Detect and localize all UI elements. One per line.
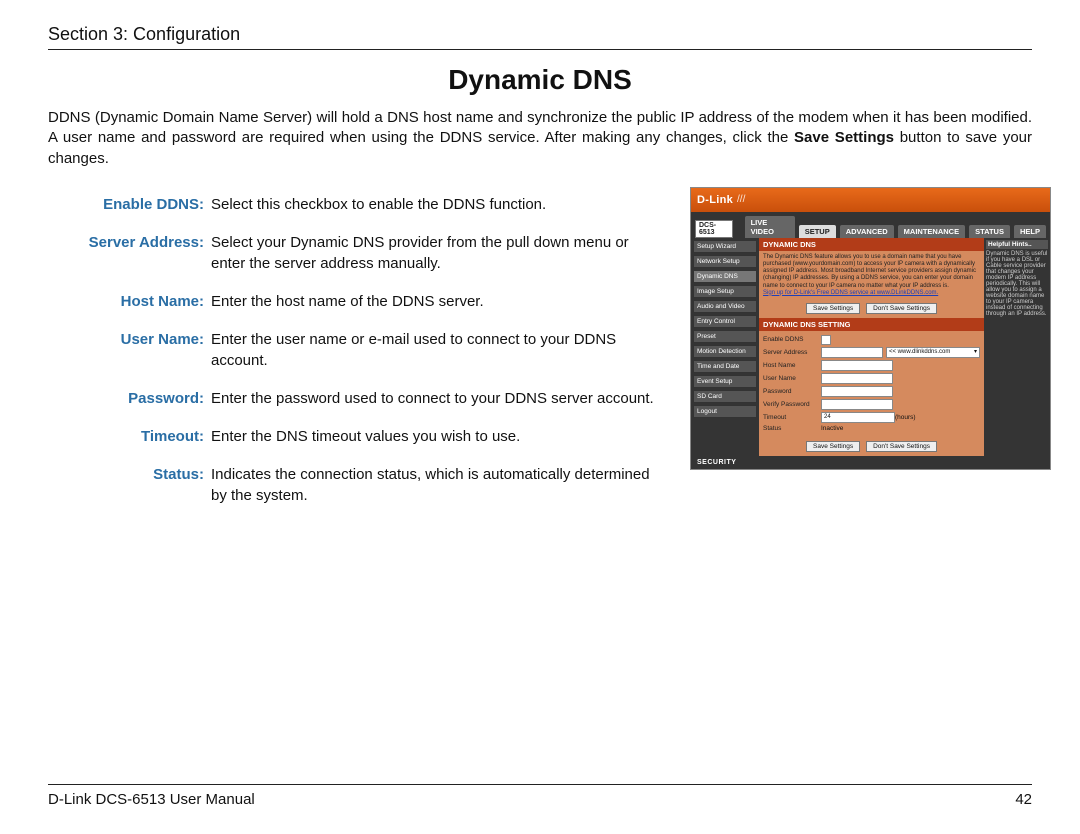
brand-bar: D-Link /// (691, 188, 1050, 212)
form-label: Host Name (763, 362, 821, 369)
tab-help[interactable]: HELP (1014, 225, 1046, 238)
page-footer: D-Link DCS-6513 User Manual 42 (48, 784, 1032, 808)
tab-bar: DCS-6513 LIVE VIDEO SETUP ADVANCED MAINTENA… (691, 212, 1050, 238)
footer-page-number: 42 (1015, 791, 1032, 808)
section-header: Section 3: Configuration (48, 24, 1032, 50)
screenshot-panel: D-Link /// DCS-6513 LIVE VIDEO SETUP ADVAN… (690, 187, 1051, 470)
definition-desc: Select this checkbox to enable the DDNS … (210, 193, 668, 225)
definition-desc: Enter the DNS timeout values you wish to… (210, 425, 668, 457)
text-input[interactable] (821, 360, 893, 371)
form-row: Verify Password (763, 399, 980, 410)
sidenav-item[interactable]: Setup Wizard (693, 240, 757, 253)
dont-save-settings-button[interactable]: Don't Save Settings (866, 303, 937, 314)
server-address-select[interactable]: << www.dlinkddns.com (886, 347, 980, 358)
panel-title-dns: DYNAMIC DNS (759, 238, 984, 251)
server-address-input[interactable] (821, 347, 883, 358)
save-settings-button-2[interactable]: Save Settings (806, 441, 860, 452)
brand-slash-icon: /// (737, 194, 745, 205)
panel-title-setting: DYNAMIC DNS SETTING (759, 318, 984, 331)
form-label: User Name (763, 375, 821, 382)
sidenav-item[interactable]: Network Setup (693, 255, 757, 268)
settings-form: Enable DDNS Server Address << www.dlinkddn… (759, 331, 984, 438)
definition-label: Host Name: (48, 290, 210, 322)
definition-desc: Indicates the connection status, which i… (210, 463, 668, 516)
top-button-bar: Save Settings Don't Save Settings (759, 300, 984, 318)
intro-bold: Save Settings (794, 129, 894, 146)
definition-label: Server Address: (48, 231, 210, 284)
tab-status[interactable]: STATUS (969, 225, 1010, 238)
text-input[interactable] (821, 399, 893, 410)
sidenav-item[interactable]: Motion Detection (693, 345, 757, 358)
sidenav-item[interactable]: Event Setup (693, 375, 757, 388)
definition-desc: Enter the password used to connect to yo… (210, 387, 668, 419)
brand-logo: D-Link (697, 194, 733, 206)
side-nav: Setup Wizard Network Setup Dynamic DNS Imag… (691, 238, 759, 456)
form-label: Status (763, 425, 821, 432)
definition-label: Timeout: (48, 425, 210, 457)
help-text: Dynamic DNS is useful if you have a DSL … (986, 251, 1048, 317)
text-input[interactable]: 24 (821, 412, 895, 423)
sidenav-item[interactable]: Entry Control (693, 315, 757, 328)
sidenav-item[interactable]: Audio and Video (693, 300, 757, 313)
definition-label: Password: (48, 387, 210, 419)
sidenav-item[interactable]: SD Card (693, 390, 757, 403)
security-footer-bar: SECURITY (691, 456, 1050, 469)
help-title: Helpful Hints.. (986, 240, 1048, 249)
tab-live-video[interactable]: LIVE VIDEO (745, 216, 795, 238)
enable-ddns-checkbox[interactable] (821, 335, 831, 345)
sidenav-item[interactable]: Time and Date (693, 360, 757, 373)
form-row: Password (763, 386, 980, 397)
form-label: Password (763, 388, 821, 395)
panel-intro-box: The Dynamic DNS feature allows you to us… (759, 251, 984, 300)
center-panel: DYNAMIC DNS The Dynamic DNS feature allo… (759, 238, 984, 456)
form-row: Server Address << www.dlinkddns.com (763, 347, 980, 358)
dont-save-settings-button-2[interactable]: Don't Save Settings (866, 441, 937, 452)
form-row: User Name (763, 373, 980, 384)
sidenav-item[interactable]: Image Setup (693, 285, 757, 298)
save-settings-button[interactable]: Save Settings (806, 303, 860, 314)
definition-desc: Enter the host name of the DDNS server. (210, 290, 668, 322)
form-label: Verify Password (763, 401, 821, 408)
page-title: Dynamic DNS (48, 64, 1032, 96)
panel-intro-text: The Dynamic DNS feature allows you to us… (763, 254, 976, 289)
definition-desc: Enter the user name or e-mail used to co… (210, 328, 668, 381)
definition-label: Status: (48, 463, 210, 516)
tab-setup[interactable]: SETUP (799, 225, 836, 238)
sidenav-item[interactable]: Preset (693, 330, 757, 343)
form-row: Host Name (763, 360, 980, 371)
form-label: Enable DDNS (763, 336, 821, 343)
form-row: Timeout24 (hours) (763, 412, 980, 423)
definition-label: User Name: (48, 328, 210, 381)
help-panel: Helpful Hints.. Dynamic DNS is useful if… (984, 238, 1050, 456)
form-row: StatusInactive (763, 425, 980, 432)
tab-advanced[interactable]: ADVANCED (840, 225, 894, 238)
input-suffix: (hours) (895, 414, 916, 421)
signup-link[interactable]: Sign up for D-Link's Free DDNS service a… (763, 290, 938, 296)
form-label: Server Address (763, 349, 821, 356)
definition-desc: Select your Dynamic DNS provider from th… (210, 231, 668, 284)
status-value: Inactive (821, 425, 843, 432)
form-label: Timeout (763, 414, 821, 421)
footer-left: D-Link DCS-6513 User Manual (48, 791, 255, 808)
device-model-label: DCS-6513 (695, 220, 733, 238)
form-row: Enable DDNS (763, 335, 980, 345)
sidenav-item[interactable]: Logout (693, 405, 757, 418)
text-input[interactable] (821, 386, 893, 397)
text-input[interactable] (821, 373, 893, 384)
intro-paragraph: DDNS (Dynamic Domain Name Server) will h… (48, 108, 1032, 169)
sidenav-item[interactable]: Dynamic DNS (693, 270, 757, 283)
definition-label: Enable DDNS: (48, 193, 210, 225)
definition-list: Enable DDNS:Select this checkbox to enab… (48, 187, 668, 522)
tab-maintenance[interactable]: MAINTENANCE (898, 225, 965, 238)
bottom-button-bar: Save Settings Don't Save Settings (759, 438, 984, 456)
